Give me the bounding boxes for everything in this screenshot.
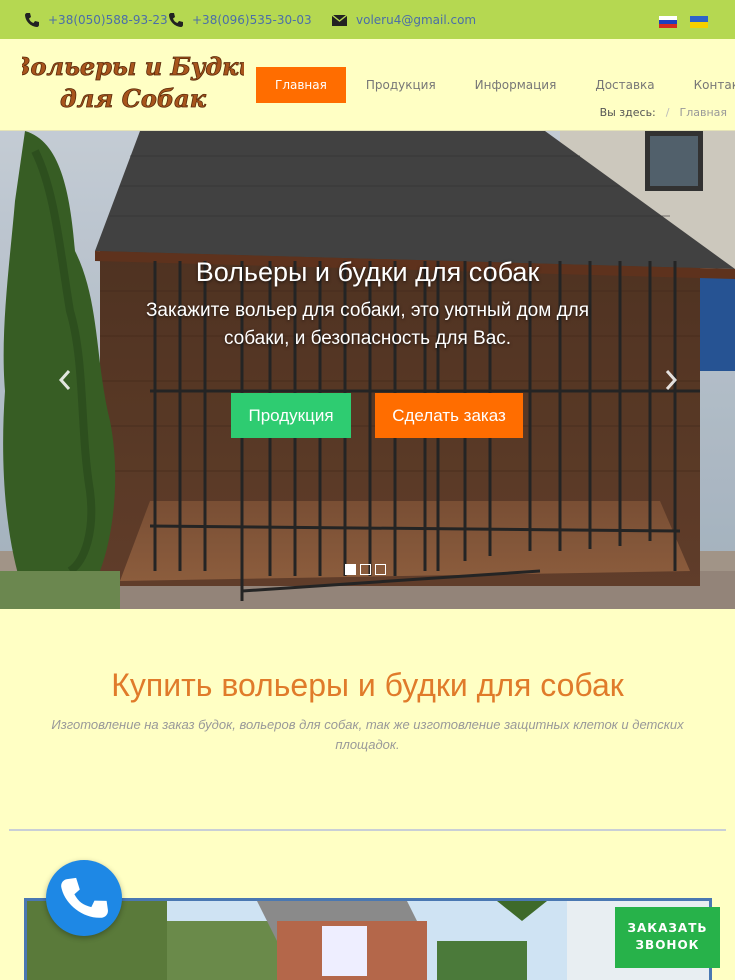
hero-slider: Вольеры и будки для собак Закажите волье… bbox=[0, 131, 735, 609]
nav-contacts[interactable]: Контакты bbox=[694, 67, 735, 103]
site-logo[interactable]: Вольеры и Будки для Собак bbox=[9, 47, 256, 115]
product-photo[interactable] bbox=[24, 898, 712, 980]
nav-info[interactable]: Информация bbox=[475, 67, 557, 103]
email-link[interactable]: voleru4@gmail.com bbox=[331, 12, 476, 28]
products-button[interactable]: Продукция bbox=[231, 393, 351, 438]
flag-ru-icon[interactable] bbox=[659, 13, 677, 28]
site-header: Вольеры и Будки для Собак Главная Продук… bbox=[0, 39, 735, 131]
logo-line-1: Вольеры и Будки bbox=[22, 52, 244, 81]
slider-dot-2[interactable] bbox=[360, 564, 371, 575]
call-button[interactable] bbox=[46, 860, 122, 936]
phone-icon bbox=[168, 12, 184, 28]
nav-delivery[interactable]: Доставка bbox=[595, 67, 654, 103]
breadcrumb-current[interactable]: Главная bbox=[679, 106, 727, 119]
breadcrumb: Вы здесь: / Главная bbox=[599, 106, 727, 119]
flag-ua-icon[interactable] bbox=[690, 13, 708, 28]
main-nav: Главная Продукция Информация Доставка Ко… bbox=[256, 67, 735, 103]
hero-subtitle: Закажите вольер для собаки, это уютный д… bbox=[145, 300, 590, 349]
slider-dot-3[interactable] bbox=[375, 564, 386, 575]
nav-products[interactable]: Продукция bbox=[366, 67, 436, 103]
phone-2[interactable]: +38(096)535-30-03 bbox=[168, 12, 312, 28]
chevron-right-icon[interactable] bbox=[661, 365, 681, 395]
hero-image bbox=[0, 131, 735, 609]
phone-1[interactable]: +38(050)588-93-23 bbox=[24, 12, 168, 28]
section-title: Купить вольеры и будки для собак bbox=[111, 667, 624, 703]
order-button[interactable]: Сделать заказ bbox=[375, 393, 523, 438]
phone-icon bbox=[24, 12, 40, 28]
logo-line-2: для Собак bbox=[60, 84, 207, 113]
slider-dot-1[interactable] bbox=[345, 564, 356, 575]
nav-home[interactable]: Главная bbox=[256, 67, 346, 103]
top-bar: +38(050)588-93-23 +38(096)535-30-03 vole… bbox=[0, 0, 735, 39]
slider-indicators bbox=[345, 564, 386, 575]
phone-icon bbox=[61, 877, 108, 918]
hero-title: Вольеры и будки для собак bbox=[195, 257, 540, 287]
chevron-left-icon[interactable] bbox=[55, 365, 75, 395]
callback-button[interactable]: ЗАКАЗАТЬ ЗВОНОК bbox=[615, 907, 720, 968]
divider bbox=[9, 829, 726, 831]
section-subtitle: Изготовление на заказ будок, вольеров дл… bbox=[51, 717, 684, 752]
envelope-icon bbox=[331, 13, 348, 26]
